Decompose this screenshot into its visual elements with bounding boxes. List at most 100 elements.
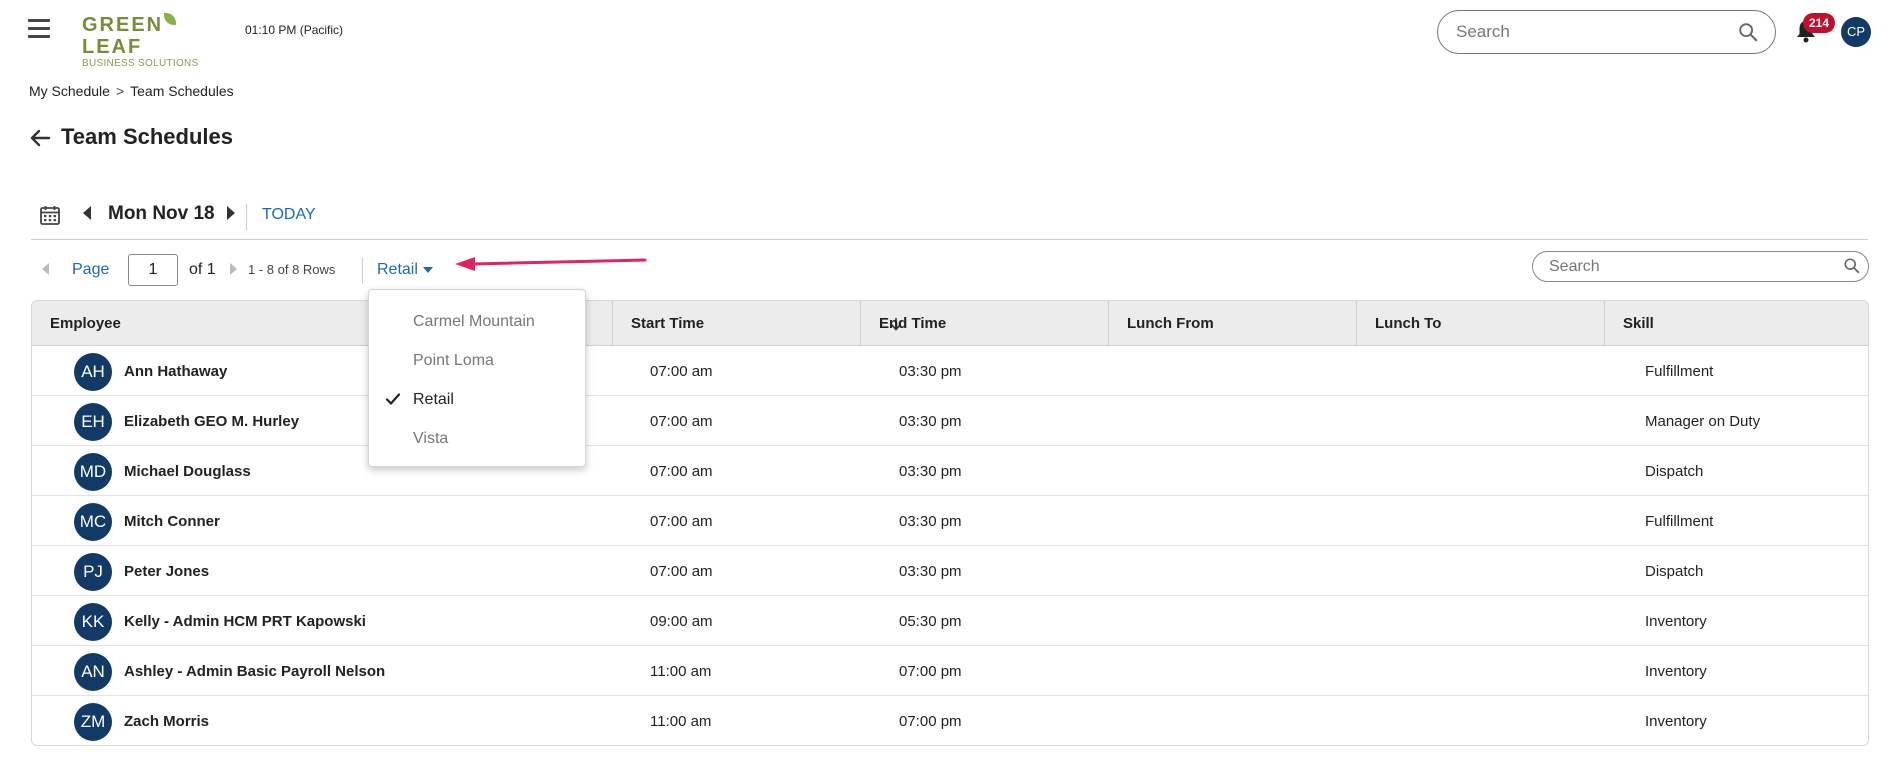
divider (362, 258, 363, 284)
start-time: 11:00 am (650, 663, 712, 680)
skill: Fulfillment (1645, 363, 1714, 380)
calendar-icon[interactable] (39, 204, 61, 226)
page-count-label: of 1 (189, 261, 216, 278)
dropdown-option-carmel-mountain[interactable]: Carmel Mountain (369, 302, 585, 341)
user-avatar[interactable]: CP (1841, 17, 1871, 47)
logo-tagline: BUSINESS SOLUTIONS (82, 58, 199, 69)
leaf-icon (164, 13, 177, 25)
column-header-lunch-to[interactable]: Lunch To (1356, 301, 1604, 346)
employee-name[interactable]: Ann Hathaway (124, 363, 227, 380)
dropdown-option-retail[interactable]: Retail (369, 380, 585, 419)
location-filter-dropdown[interactable]: Retail (377, 261, 433, 279)
company-logo[interactable]: GREENLEAF BUSINESS SOLUTIONS (82, 13, 222, 69)
employee-avatar: KK (74, 603, 112, 641)
end-time: 07:00 pm (899, 663, 962, 680)
employee-name[interactable]: Elizabeth GEO M. Hurley (124, 413, 299, 430)
employee-avatar: AH (74, 353, 112, 391)
breadcrumb-separator: > (115, 83, 125, 99)
checkmark-icon (385, 393, 401, 405)
column-header-skill[interactable]: Skill (1604, 301, 1868, 346)
table-search-input[interactable] (1532, 251, 1869, 282)
start-time: 07:00 am (650, 563, 713, 580)
search-icon[interactable] (1737, 21, 1759, 43)
table-row[interactable]: EH Elizabeth GEO M. Hurley 07:00 am 03:3… (32, 396, 1868, 446)
page-title: Team Schedules (61, 124, 233, 149)
start-time: 07:00 am (650, 513, 713, 530)
start-time: 07:00 am (650, 363, 713, 380)
skill: Dispatch (1645, 563, 1704, 580)
employee-avatar: MD (74, 453, 112, 491)
start-time: 09:00 am (650, 613, 713, 630)
hamburger-menu-icon[interactable] (28, 19, 50, 41)
column-header-end-time[interactable]: End Time (860, 301, 1108, 346)
annotation-arrow-icon (455, 257, 647, 271)
current-time: 01:10 PM (Pacific) (245, 23, 344, 37)
end-time: 03:30 pm (899, 463, 962, 480)
employee-name[interactable]: Michael Douglass (124, 463, 251, 480)
table-row[interactable]: AH Ann Hathaway 07:00 am 03:30 pm Fulfil… (32, 346, 1868, 396)
page-label: Page (72, 261, 110, 278)
team-schedule-table: Employee Start Time End Time Lunch From … (31, 300, 1869, 746)
logo-word-1: GREEN (82, 14, 164, 36)
breadcrumb: My Schedule > Team Schedules (29, 83, 234, 99)
previous-page-arrow-icon[interactable] (42, 263, 49, 275)
employee-name[interactable]: Ashley - Admin Basic Payroll Nelson (124, 663, 385, 680)
skill: Inventory (1645, 613, 1707, 630)
dropdown-option-vista[interactable]: Vista (369, 419, 585, 458)
divider (246, 204, 247, 230)
search-icon[interactable] (1843, 257, 1861, 275)
row-count-label: 1 - 8 of 8 Rows (248, 262, 336, 277)
page-number-input[interactable] (128, 254, 178, 286)
dropdown-option-label: Retail (413, 391, 454, 408)
end-time: 03:30 pm (899, 413, 962, 430)
top-header: GREENLEAF BUSINESS SOLUTIONS 01:10 PM (P… (0, 0, 1893, 69)
end-time: 03:30 pm (899, 363, 962, 380)
next-day-arrow-icon[interactable] (227, 206, 235, 220)
table-row[interactable]: ZM Zach Morris 11:00 am 07:00 pm Invento… (32, 696, 1868, 745)
breadcrumb-team-schedules: Team Schedules (130, 83, 234, 99)
location-filter-value: Retail (377, 261, 418, 278)
skill: Inventory (1645, 713, 1707, 730)
employee-name[interactable]: Peter Jones (124, 563, 209, 580)
end-time: 05:30 pm (899, 613, 962, 630)
selected-date: Mon Nov 18 (108, 203, 215, 224)
caret-down-icon (422, 266, 433, 273)
today-button[interactable]: TODAY (262, 206, 316, 224)
next-page-arrow-icon[interactable] (230, 263, 237, 275)
table-row[interactable]: AN Ashley - Admin Basic Payroll Nelson 1… (32, 646, 1868, 696)
employee-name[interactable]: Kelly - Admin HCM PRT Kapowski (124, 613, 366, 630)
start-time: 07:00 am (650, 463, 713, 480)
table-row[interactable]: MC Mitch Conner 07:00 am 03:30 pm Fulfil… (32, 496, 1868, 546)
column-header-lunch-from[interactable]: Lunch From (1108, 301, 1356, 346)
start-time: 11:00 am (650, 713, 712, 730)
end-time: 03:30 pm (899, 563, 962, 580)
location-dropdown-menu: Carmel Mountain Point Loma Retail Vista (368, 289, 586, 467)
notification-count-badge: 214 (1803, 13, 1836, 33)
previous-day-arrow-icon[interactable] (83, 206, 91, 220)
skill: Manager on Duty (1645, 413, 1761, 430)
table-row[interactable]: KK Kelly - Admin HCM PRT Kapowski 09:00 … (32, 596, 1868, 646)
logo-word-2: LEAF (82, 36, 143, 58)
table-row[interactable]: MD Michael Douglass 07:00 am 03:30 pm Di… (32, 446, 1868, 496)
employee-avatar: AN (74, 653, 112, 691)
employee-avatar: MC (74, 503, 112, 541)
employee-avatar: ZM (74, 703, 112, 741)
global-search-input[interactable] (1437, 10, 1776, 54)
dropdown-option-point-loma[interactable]: Point Loma (369, 341, 585, 380)
skill: Inventory (1645, 663, 1707, 680)
skill: Fulfillment (1645, 513, 1714, 530)
date-navigation-bar: Mon Nov 18 TODAY (31, 196, 1868, 240)
end-time: 07:00 pm (899, 713, 962, 730)
employee-name[interactable]: Zach Morris (124, 713, 209, 730)
back-arrow-icon[interactable] (29, 127, 51, 149)
skill: Dispatch (1645, 463, 1704, 480)
breadcrumb-my-schedule[interactable]: My Schedule (29, 83, 110, 99)
table-row[interactable]: PJ Peter Jones 07:00 am 03:30 pm Dispatc… (32, 546, 1868, 596)
employee-avatar: EH (74, 403, 112, 441)
end-time: 03:30 pm (899, 513, 962, 530)
column-header-start-time[interactable]: Start Time (612, 301, 860, 346)
table-header: Employee Start Time End Time Lunch From … (32, 301, 1868, 346)
start-time: 07:00 am (650, 413, 713, 430)
employee-avatar: PJ (74, 553, 112, 591)
employee-name[interactable]: Mitch Conner (124, 513, 220, 530)
